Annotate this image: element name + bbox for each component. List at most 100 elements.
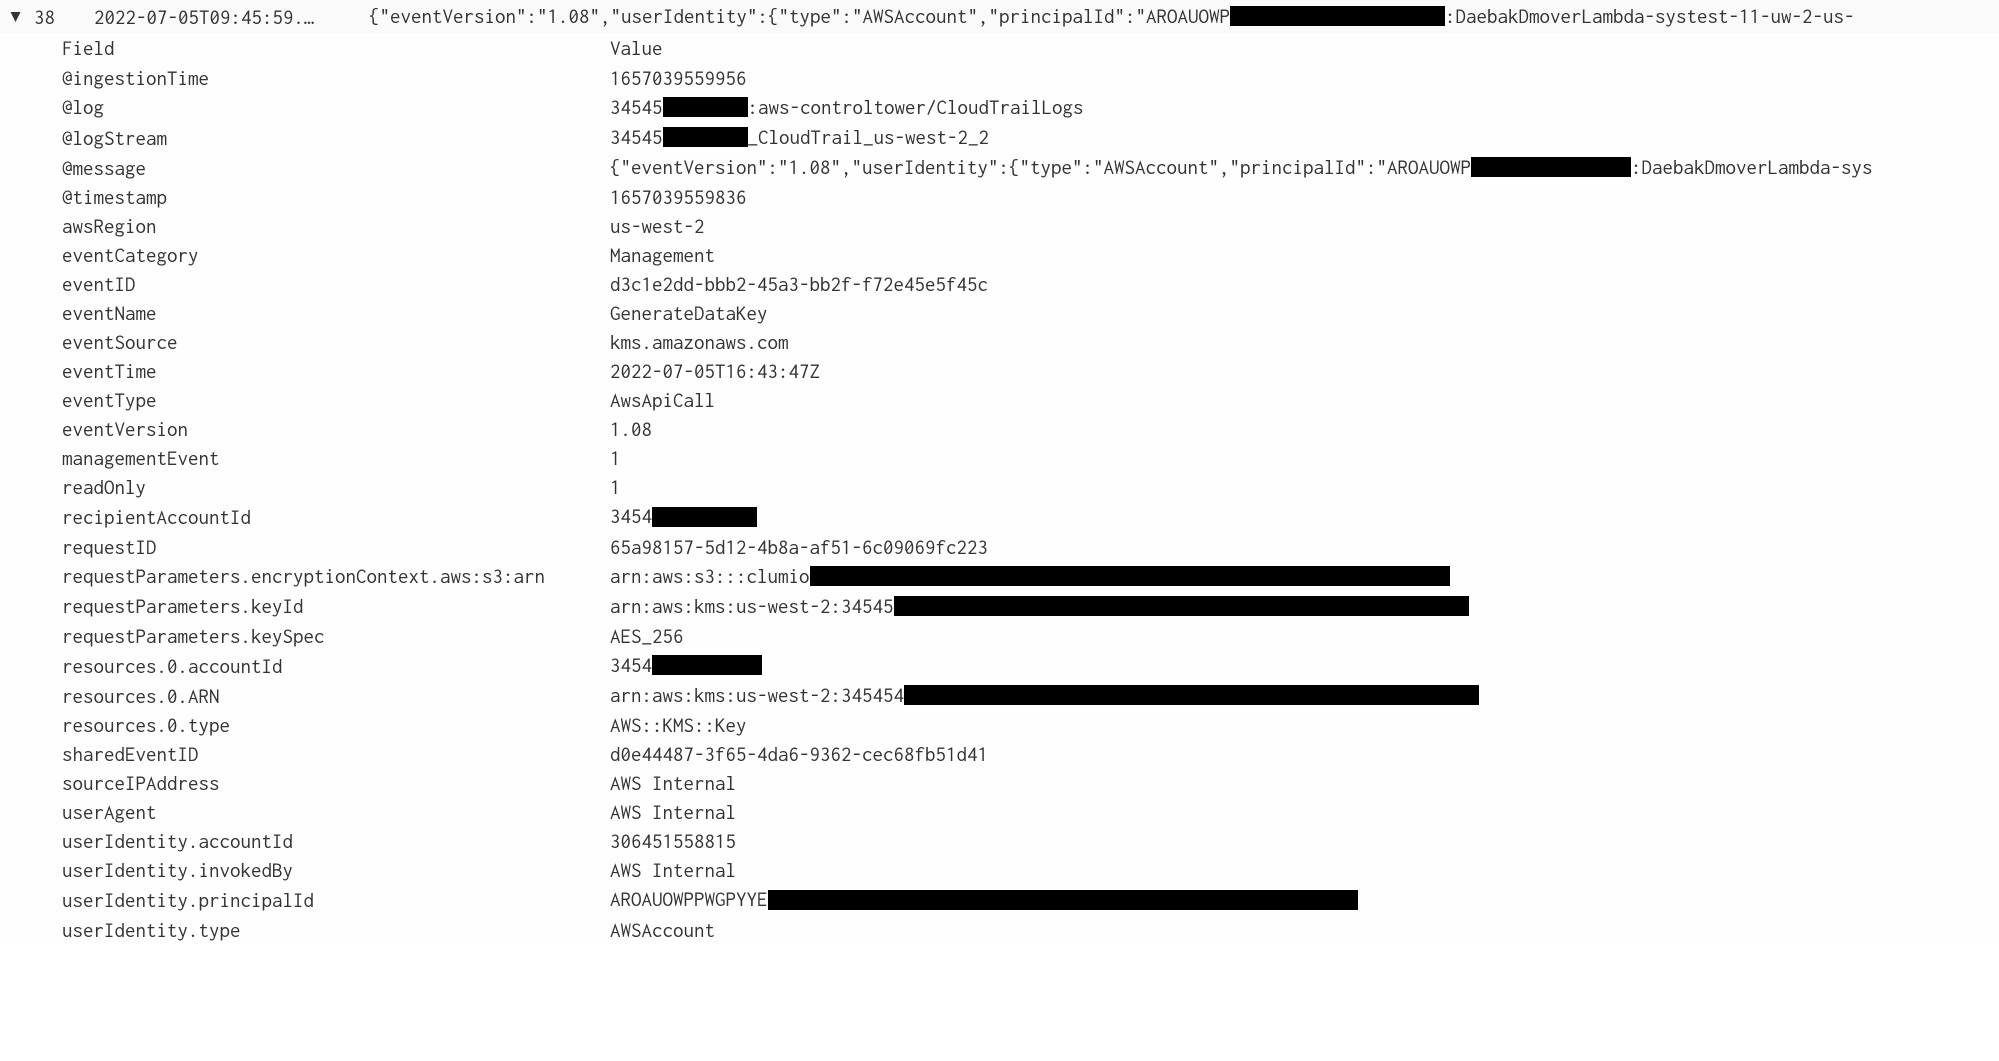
field-column-header: Field [62,37,610,59]
field-value: d3c1e2dd-bbb2-45a3-bb2f-f72e45e5f45c [610,273,988,295]
field-value: AWSAccount [610,919,715,941]
field-value: AwsApiCall [610,389,715,411]
redacted-value [652,507,757,527]
field-value: arn:aws:s3:::clumio [610,565,1450,588]
row-number: 38 [34,6,94,28]
field-name: sharedEventID [62,743,610,765]
redacted-value [1471,157,1631,177]
detail-row: eventSource kms.amazonaws.com [62,328,1999,357]
field-value: arn:aws:kms:us-west-2:345454 [610,684,1479,707]
detail-row: recipientAccountId 3454 [62,502,1999,532]
field-value: 1657039559956 [610,67,747,89]
detail-row: resources.0.type AWS::KMS::Key [62,711,1999,740]
log-message-preview: {"eventVersion":"1.08","userIdentity":{"… [369,5,1855,28]
log-timestamp: 2022-07-05T09:45:59.… [94,6,369,28]
field-name: resources.0.type [62,714,610,736]
redacted-value [810,566,1450,586]
field-value: arn:aws:kms:us-west-2:34545 [610,595,1469,618]
field-name: eventID [62,273,610,295]
log-details: Field Value @ingestionTime 1657039559956… [0,33,1999,944]
field-value: 2022-07-05T16:43:47Z [610,360,820,382]
detail-row: requestParameters.keyId arn:aws:kms:us-w… [62,591,1999,621]
field-value: {"eventVersion":"1.08","userIdentity":{"… [610,156,1873,179]
detail-row: @logStream 34545_CloudTrail_us-west-2_2 [62,122,1999,152]
field-name: userIdentity.accountId [62,830,610,852]
field-name: awsRegion [62,215,610,237]
field-value: GenerateDataKey [610,302,768,324]
field-value: 34545_CloudTrail_us-west-2_2 [610,126,989,149]
field-value: 1.08 [610,418,652,440]
field-name: @message [62,157,610,179]
detail-row: @log 34545:aws-controltower/CloudTrailLo… [62,92,1999,122]
redacted-value [894,596,1469,616]
field-name: userIdentity.principalId [62,889,610,911]
detail-row: eventTime 2022-07-05T16:43:47Z [62,357,1999,386]
expand-toggle-icon[interactable]: ▼ [10,5,34,28]
field-value: AROAUOWPPWGPYYE [610,888,1358,911]
field-name: eventName [62,302,610,324]
detail-row: awsRegion us-west-2 [62,212,1999,241]
detail-row: eventVersion 1.08 [62,415,1999,444]
field-name: requestParameters.keyId [62,595,610,617]
field-value: AWS Internal [610,772,736,794]
field-name: sourceIPAddress [62,772,610,794]
detail-row: @timestamp 1657039559836 [62,183,1999,212]
detail-row: userAgent AWS Internal [62,798,1999,827]
field-value: AES_256 [610,625,684,647]
detail-row: eventType AwsApiCall [62,386,1999,415]
field-value: 306451558815 [610,830,736,852]
field-name: userIdentity.invokedBy [62,859,610,881]
field-name: userIdentity.type [62,919,610,941]
field-name: eventCategory [62,244,610,266]
value-column-header: Value [610,37,663,59]
detail-row: userIdentity.type AWSAccount [62,915,1999,944]
detail-row: sharedEventID d0e44487-3f65-4da6-9362-ce… [62,740,1999,769]
detail-row: userIdentity.accountId 306451558815 [62,827,1999,856]
field-value: 1 [610,476,621,498]
field-name: recipientAccountId [62,506,610,528]
redacted-value [652,655,762,675]
detail-row: eventCategory Management [62,241,1999,270]
detail-row: requestParameters.keySpec AES_256 [62,621,1999,650]
field-value: 3454 [610,654,762,677]
field-value: 1657039559836 [610,186,747,208]
detail-row: userIdentity.principalId AROAUOWPPWGPYYE [62,885,1999,915]
detail-row: eventID d3c1e2dd-bbb2-45a3-bb2f-f72e45e5… [62,270,1999,299]
detail-row: userIdentity.invokedBy AWS Internal [62,856,1999,885]
redacted-value [904,685,1479,705]
field-name: eventSource [62,331,610,353]
field-name: @logStream [62,127,610,149]
field-value: AWS Internal [610,859,736,881]
redacted-value [663,97,748,117]
field-value: 65a98157-5d12-4b8a-af51-6c09069fc223 [610,536,988,558]
log-entry-header[interactable]: ▼ 38 2022-07-05T09:45:59.… {"eventVersio… [0,0,1999,33]
field-name: requestID [62,536,610,558]
field-name: requestParameters.keySpec [62,625,610,647]
redacted-value [768,890,1358,910]
detail-row: @message {"eventVersion":"1.08","userIde… [62,153,1999,183]
field-name: eventVersion [62,418,610,440]
detail-row: resources.0.accountId 3454 [62,650,1999,680]
detail-row: managementEvent 1 [62,444,1999,473]
field-name: @ingestionTime [62,67,610,89]
field-name: eventType [62,389,610,411]
field-name: readOnly [62,476,610,498]
field-name: eventTime [62,360,610,382]
detail-row: resources.0.ARN arn:aws:kms:us-west-2:34… [62,681,1999,711]
field-name: managementEvent [62,447,610,469]
field-value: kms.amazonaws.com [610,331,789,353]
detail-row: @ingestionTime 1657039559956 [62,63,1999,92]
field-name: requestParameters.encryptionContext.aws:… [62,565,610,587]
field-name: userAgent [62,801,610,823]
detail-row: requestParameters.encryptionContext.aws:… [62,561,1999,591]
redacted-value [663,127,748,147]
field-value: AWS Internal [610,801,736,823]
field-value: us-west-2 [610,215,705,237]
detail-row: requestID 65a98157-5d12-4b8a-af51-6c0906… [62,532,1999,561]
detail-row: eventName GenerateDataKey [62,299,1999,328]
field-value: 1 [610,447,621,469]
redacted-value [1230,6,1445,26]
field-name: @timestamp [62,186,610,208]
field-value: d0e44487-3f65-4da6-9362-cec68fb51d41 [610,743,988,765]
field-value: 3454 [610,505,757,528]
